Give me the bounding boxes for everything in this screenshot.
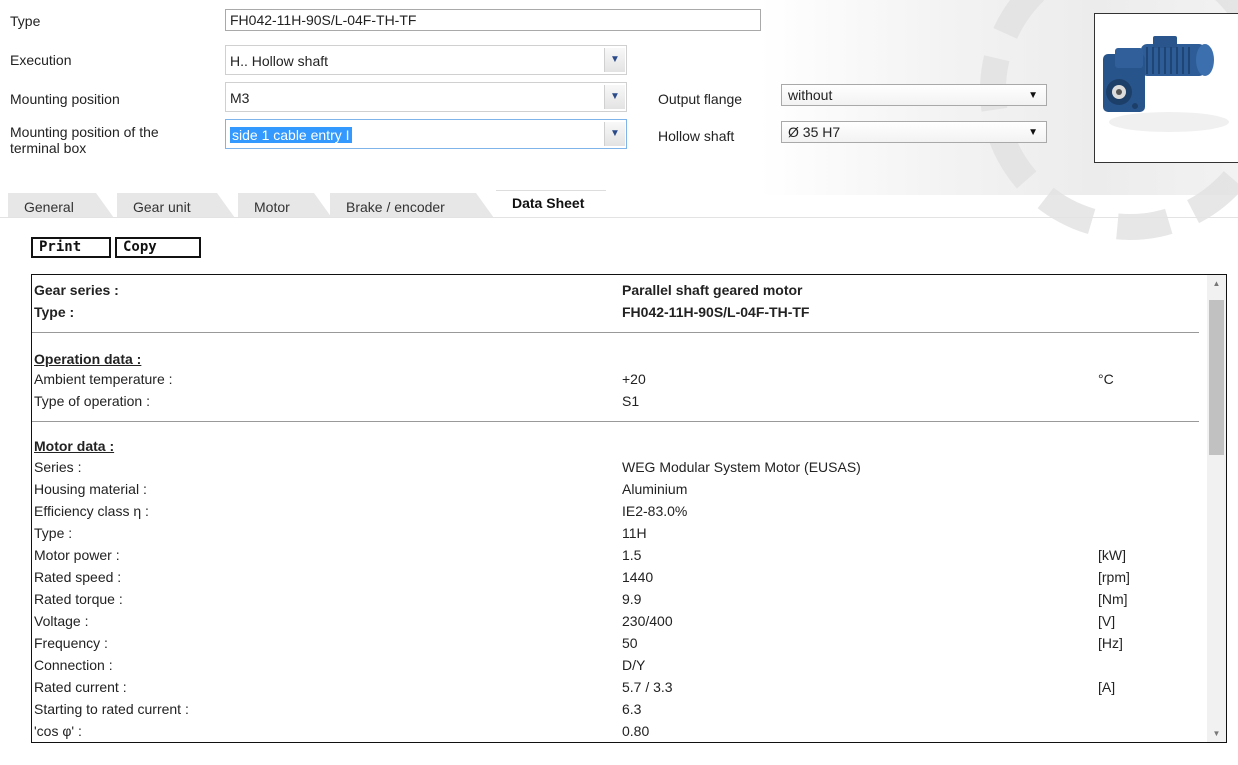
divider [32,421,1199,422]
scrollbar-thumb[interactable] [1209,300,1224,455]
type-label: Type [10,13,41,29]
scrollbar[interactable]: ▲ ▼ [1207,275,1226,742]
hollow-shaft-value: Ø 35 H7 [788,124,841,140]
table-row: Rated torque : 9.9 [Nm] [34,591,1128,607]
output-flange-label: Output flange [658,91,743,107]
table-row: Type : 11H [34,525,647,541]
copy-button[interactable]: Copy [115,237,201,258]
data-sheet: Gear series : Parallel shaft geared moto… [31,274,1227,743]
mounting-position-value: M3 [230,90,250,106]
scroll-down-icon[interactable]: ▼ [1207,725,1226,742]
tab-divider [0,217,1238,218]
hollow-shaft-label: Hollow shaft [658,128,735,144]
table-row: Voltage : 230/400 [V] [34,613,1116,629]
gear-series-row: Gear series : Parallel shaft geared moto… [34,282,803,298]
chevron-down-icon[interactable]: ▼ [604,48,625,72]
chevron-down-icon[interactable]: ▼ [604,122,625,146]
motor-data-title: Motor data : [34,438,115,454]
table-row: Rated speed : 1440 [rpm] [34,569,1130,585]
tab-data-sheet[interactable]: Data Sheet [496,190,624,218]
dropdown-arrow-icon: ▼ [1028,127,1038,138]
table-row: Housing material : Aluminium [34,481,688,497]
dropdown-arrow-icon: ▼ [1028,90,1038,101]
geared-motor-icon [1103,36,1229,132]
hollow-shaft-select[interactable]: Ø 35 H7 ▼ [781,121,1047,143]
type-row: Type : FH042-11H-90S/L-04F-TH-TF [34,304,810,320]
chevron-down-icon[interactable]: ▼ [604,85,625,109]
table-row: Efficiency class η : IE2-83.0% [34,503,688,519]
tab-motor[interactable]: Motor [238,193,332,218]
mounting-position-label: Mounting position [10,91,120,107]
tab-gear-unit[interactable]: Gear unit [117,193,235,218]
terminal-box-select[interactable]: side 1 cable entry I ▼ [225,119,627,149]
table-row: Connection : D/Y [34,657,646,673]
output-flange-select[interactable]: without ▼ [781,84,1047,106]
execution-label: Execution [10,52,72,68]
terminal-box-value: side 1 cable entry I [230,127,352,143]
output-flange-value: without [788,87,833,103]
table-row: Type of operation : S1 [34,393,640,409]
scroll-up-icon[interactable]: ▲ [1207,275,1226,292]
table-row: 'cos φ' : 0.80 [34,723,650,739]
product-image [1094,13,1238,163]
print-button[interactable]: Print [31,237,111,258]
execution-value: H.. Hollow shaft [230,53,329,69]
table-row: Frequency : 50 [Hz] [34,635,1123,651]
terminal-box-label: Mounting position of the terminal box [10,124,159,156]
divider [32,332,1199,333]
table-row: Ambient temperature : +20 °C [34,371,1114,387]
tab-bar: General Gear unit Motor Brake / encoder … [0,190,1238,218]
execution-select[interactable]: H.. Hollow shaft ▼ [225,45,627,75]
table-row: Rated current : 5.7 / 3.3 [A] [34,679,1116,695]
mounting-position-select[interactable]: M3 ▼ [225,82,627,112]
tab-brake-encoder[interactable]: Brake / encoder [330,193,494,218]
table-row: Starting to rated current : 6.3 [34,701,642,717]
table-row: Motor power : 1.5 [kW] [34,547,1126,563]
table-row: Series : WEG Modular System Motor (EUSAS… [34,459,861,475]
type-field[interactable]: FH042-11H-90S/L-04F-TH-TF [225,9,761,31]
operation-data-title: Operation data : [34,351,142,367]
tab-general[interactable]: General [8,193,114,218]
